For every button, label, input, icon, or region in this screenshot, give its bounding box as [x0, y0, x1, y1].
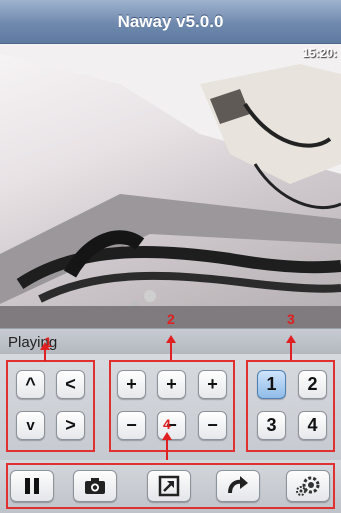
preset-1-button[interactable]: 1 — [257, 370, 286, 399]
zoom-minus-button[interactable]: − — [117, 411, 146, 440]
title-bar: Naway v5.0.0 — [0, 0, 341, 44]
settings-icon — [296, 476, 320, 496]
preset-2-button[interactable]: 2 — [298, 370, 327, 399]
annotation-marker-2: 2 — [167, 311, 175, 327]
snapshot-button[interactable] — [73, 470, 117, 502]
annotation-arrow-3-line — [290, 342, 292, 360]
annotation-marker-4: 4 — [163, 416, 171, 432]
annotation-arrow-2-line — [170, 342, 172, 360]
bottom-toolbar — [0, 460, 341, 513]
pause-icon — [25, 478, 39, 494]
pan-up-button[interactable]: ^ — [16, 370, 45, 399]
annotation-arrow-1-line — [44, 349, 46, 361]
settings-button[interactable] — [286, 470, 330, 502]
zoom-plus-button[interactable]: + — [117, 370, 146, 399]
annotation-marker-3: 3 — [287, 311, 295, 327]
pan-down-button[interactable]: v — [16, 411, 45, 440]
video-view[interactable]: 15:20: — [0, 44, 341, 328]
iris-minus-button[interactable]: − — [198, 411, 227, 440]
pan-left-button[interactable]: < — [56, 370, 85, 399]
fullscreen-button[interactable] — [147, 470, 191, 502]
pan-right-button[interactable]: > — [56, 411, 85, 440]
fullscreen-icon — [158, 475, 180, 497]
control-panel: ^ < v > + + + − − − 1 2 3 4 — [0, 354, 341, 460]
rotate-icon — [228, 476, 248, 494]
timestamp-overlay: 15:20: — [302, 46, 337, 60]
iris-plus-button[interactable]: + — [198, 370, 227, 399]
pause-button[interactable] — [10, 470, 54, 502]
app-title: Naway v5.0.0 — [117, 11, 224, 31]
rotate-button[interactable] — [216, 470, 260, 502]
camera-icon — [85, 478, 105, 494]
preset-4-button[interactable]: 4 — [298, 411, 327, 440]
video-frame — [0, 44, 341, 328]
preset-3-button[interactable]: 3 — [257, 411, 286, 440]
focus-plus-button[interactable]: + — [157, 370, 186, 399]
